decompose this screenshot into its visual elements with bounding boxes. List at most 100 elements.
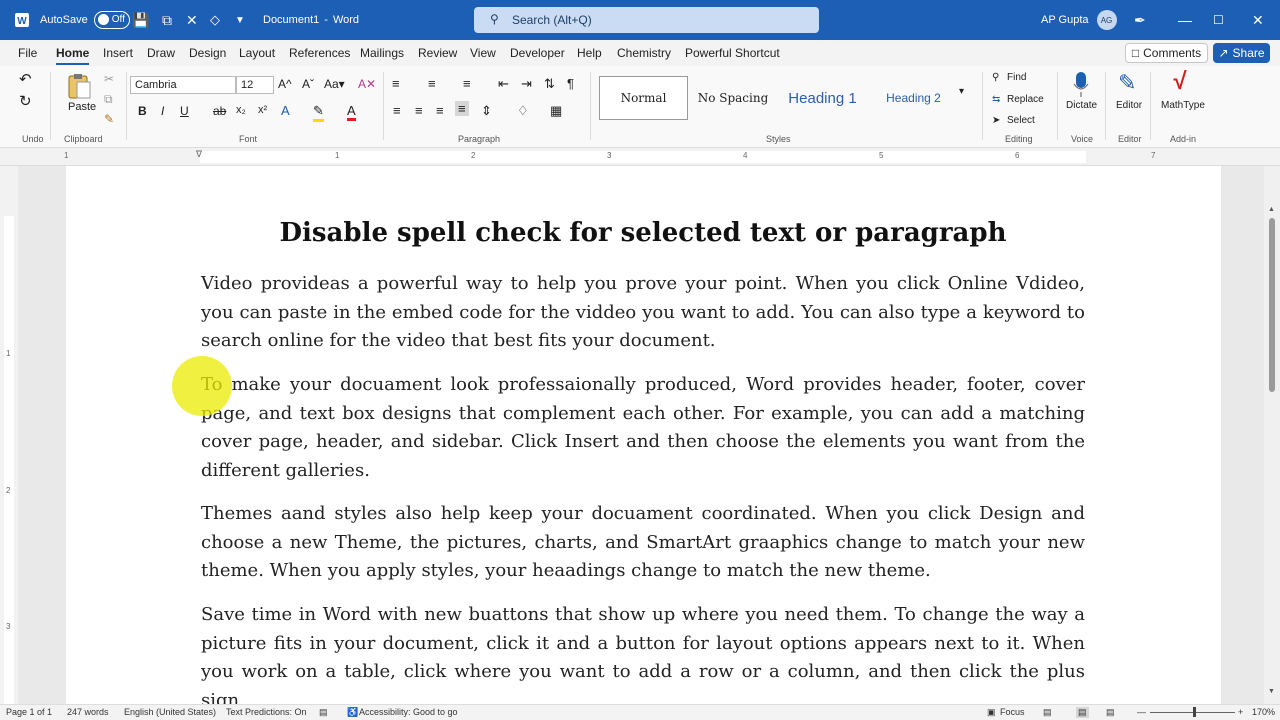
paragraph-1[interactable]: Video provideas a powerful way to help y… (201, 270, 1085, 356)
font-size-dropdown[interactable]: 12 (236, 76, 274, 94)
zoom-in-icon[interactable]: + (1238, 707, 1243, 717)
shading-icon[interactable]: ♢ (517, 103, 529, 119)
italic-icon[interactable]: I (161, 104, 164, 118)
underline-icon[interactable]: U (180, 104, 189, 118)
redo-icon[interactable]: ↻ (19, 92, 32, 110)
editor-button-label[interactable]: Editor (1116, 100, 1142, 111)
pilcrow-icon[interactable]: ¶ (567, 76, 574, 91)
horizontal-ruler[interactable]: ∇ 1 1 2 3 4 5 6 7 (0, 148, 1280, 166)
chevron-down-icon[interactable]: ▼ (235, 0, 245, 40)
macro-icon[interactable]: ▤ (319, 707, 328, 718)
find-label[interactable]: Find (1007, 72, 1026, 83)
web-layout-icon[interactable]: ▤ (1106, 707, 1115, 718)
accessibility-status[interactable]: Accessibility: Good to go (359, 707, 458, 717)
sort-icon[interactable]: ⇅ (544, 76, 555, 92)
font-color-icon[interactable]: A (347, 103, 356, 121)
document-title[interactable]: Disable spell check for selected text or… (201, 218, 1085, 248)
maximize-icon[interactable]: ☐ (1213, 0, 1224, 40)
bullets-icon[interactable]: ≡ (392, 76, 400, 91)
zoom-out-icon[interactable]: — (1137, 707, 1146, 717)
clear-formatting-icon[interactable]: A✕ (358, 77, 376, 91)
paragraph-3[interactable]: Themes aand styles also help keep your d… (201, 500, 1085, 586)
vertical-ruler[interactable]: 1 2 3 (0, 166, 18, 704)
scroll-down-icon[interactable]: ▼ (1268, 688, 1275, 695)
tab-file[interactable]: File (18, 46, 37, 60)
tab-draw[interactable]: Draw (147, 46, 175, 60)
change-case-icon[interactable]: Aa▾ (324, 77, 345, 91)
multilevel-list-icon[interactable]: ≡ (463, 76, 471, 91)
style-heading-1[interactable]: Heading 1 (780, 76, 865, 120)
strikethrough-icon[interactable]: ab (213, 104, 226, 118)
paste-label[interactable]: Paste (68, 101, 96, 113)
replace-label[interactable]: Replace (1007, 94, 1044, 105)
comments-button[interactable]: □ Comments (1125, 43, 1208, 63)
style-normal[interactable]: Normal (599, 76, 688, 120)
tab-chemistry[interactable]: Chemistry (617, 46, 671, 60)
cut-icon[interactable]: ✂ (104, 72, 114, 86)
focus-label[interactable]: Focus (1000, 707, 1025, 717)
style-no-spacing[interactable]: No Spacing (693, 76, 773, 120)
tab-help[interactable]: Help (577, 46, 602, 60)
grow-font-icon[interactable]: A^ (278, 77, 292, 91)
read-mode-icon[interactable]: ▤ (1043, 707, 1052, 718)
scroll-up-icon[interactable]: ▲ (1268, 206, 1275, 213)
editor-icon[interactable]: ✎ (1118, 70, 1136, 96)
align-right-icon[interactable]: ≡ (436, 103, 444, 118)
page-count[interactable]: Page 1 of 1 (6, 707, 52, 717)
vertical-scrollbar[interactable]: ▲ ▼ (1264, 166, 1280, 704)
highlight-icon[interactable]: ✎ (313, 103, 324, 122)
print-layout-icon[interactable]: ▤ (1076, 707, 1089, 718)
superscript-icon[interactable]: x² (258, 104, 267, 116)
autosave-toggle[interactable]: Off (93, 11, 130, 29)
justify-icon[interactable]: ≡ (455, 101, 469, 116)
tab-design[interactable]: Design (189, 46, 226, 60)
microphone-icon[interactable] (1072, 70, 1090, 101)
font-name-dropdown[interactable]: Cambria (130, 76, 236, 94)
mathtype-icon[interactable]: √ (1172, 68, 1185, 96)
tab-layout[interactable]: Layout (239, 46, 275, 60)
text-predictions[interactable]: Text Predictions: On (226, 707, 307, 717)
tab-review[interactable]: Review (418, 46, 457, 60)
avatar[interactable]: AG (1096, 10, 1117, 30)
align-center-icon[interactable]: ≡ (415, 103, 423, 118)
align-left-icon[interactable]: ≡ (393, 103, 401, 118)
dictate-label[interactable]: Dictate (1066, 100, 1097, 111)
increase-indent-icon[interactable]: ⇥ (521, 76, 532, 92)
minimize-icon[interactable]: — (1178, 0, 1192, 40)
tab-developer[interactable]: Developer (510, 46, 565, 60)
new-window-icon[interactable]: ⧉ (162, 0, 172, 40)
share-button[interactable]: ↗ Share (1213, 43, 1270, 63)
eraser-icon[interactable]: ◇ (210, 0, 220, 40)
mathtype-label[interactable]: MathType (1161, 100, 1205, 111)
paste-icon[interactable] (65, 72, 95, 102)
decrease-indent-icon[interactable]: ⇤ (498, 76, 509, 92)
close-icon[interactable]: ✕ (1252, 0, 1264, 40)
styles-more-icon[interactable]: ▾ (959, 86, 964, 97)
numbering-icon[interactable]: ≡ (428, 76, 436, 91)
tab-powerful-shortcut[interactable]: Powerful Shortcut (685, 46, 780, 60)
zoom-level[interactable]: 170% (1252, 707, 1275, 717)
coauthor-icon[interactable]: ✒ (1134, 0, 1146, 40)
search-box[interactable]: ⚲ Search (Alt+Q) (474, 7, 819, 33)
tab-references[interactable]: References (289, 46, 350, 60)
text-effects-icon[interactable]: A (281, 103, 290, 118)
paragraph-2[interactable]: To make your docuament look professaiona… (201, 371, 1085, 486)
tab-mailings[interactable]: Mailings (360, 46, 404, 60)
language[interactable]: English (United States) (124, 707, 216, 717)
shrink-font-icon[interactable]: Aˇ (302, 77, 314, 91)
tab-view[interactable]: View (470, 46, 496, 60)
copy-icon[interactable]: ⧉ (104, 92, 113, 107)
tab-home[interactable]: Home (56, 46, 90, 65)
bold-icon[interactable]: B (138, 104, 147, 118)
scrollbar-thumb[interactable] (1269, 218, 1275, 392)
tab-insert[interactable]: Insert (103, 46, 133, 60)
zoom-slider-thumb[interactable] (1193, 707, 1196, 717)
save-icon[interactable]: 💾 (132, 0, 149, 40)
word-count[interactable]: 247 words (67, 707, 109, 717)
subscript-icon[interactable]: x₂ (236, 104, 246, 116)
paragraph-4[interactable]: Save time in Word with new buattons that… (201, 601, 1085, 704)
indent-marker-icon[interactable]: ∇ (196, 149, 202, 160)
close-doc-icon[interactable]: ✕ (186, 0, 198, 40)
borders-icon[interactable]: ▦ (550, 103, 562, 119)
style-heading-2[interactable]: Heading 2 (875, 76, 952, 120)
